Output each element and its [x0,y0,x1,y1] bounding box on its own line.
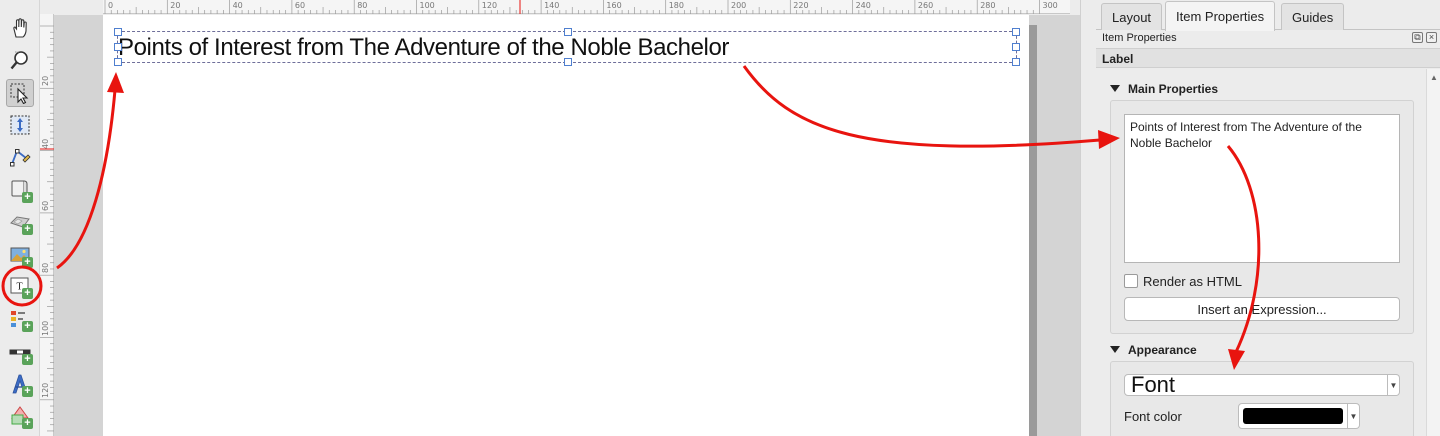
plus-icon: + [22,418,33,429]
main-properties-heading-text: Main Properties [1128,82,1219,96]
tab-item-properties[interactable]: Item Properties [1165,1,1276,31]
add-scalebar-tool[interactable]: + [6,338,34,366]
color-dropdown-arrow-icon[interactable]: ▼ [1348,403,1360,429]
font-color-swatch [1243,408,1343,424]
render-as-html-row[interactable]: Render as HTML [1124,273,1242,289]
label-item[interactable]: Points of Interest from The Adventure of… [114,28,1020,66]
move-content-icon [10,115,30,135]
pan-icon [13,18,27,38]
layout-page[interactable] [103,15,1029,436]
ruler-label: 100 [41,320,50,336]
ruler-label: 40 [41,138,50,149]
render-as-html-label: Render as HTML [1143,273,1242,289]
ruler-label: 80 [357,1,368,10]
ruler-label: 160 [606,1,622,10]
add-picture-tool[interactable]: + [6,241,34,269]
scroll-up-arrow-icon[interactable]: ▲ [1430,73,1438,82]
select-move-tool[interactable] [6,79,34,107]
ruler-label: 200 [731,1,747,10]
ruler-label: 60 [41,200,50,211]
zoom-icon [10,51,28,70]
font-button[interactable]: Font [1124,374,1388,396]
close-dock-icon[interactable]: × [1426,32,1437,43]
render-as-html-checkbox[interactable] [1124,274,1138,288]
tab-guides[interactable]: Guides [1281,3,1345,30]
plus-icon: + [22,224,33,235]
tab-layout[interactable]: Layout [1101,3,1163,30]
ruler-label: 120 [41,382,50,398]
resize-handle[interactable] [564,28,572,36]
font-color-label: Font color [1124,409,1182,424]
ruler-label: 140 [544,1,560,10]
ruler-label: 180 [668,1,684,10]
item-toolbar: + + + T + + + + + [0,0,40,436]
edit-nodes-tool[interactable] [6,143,34,171]
label-item-text: Points of Interest from The Adventure of… [118,34,729,61]
appearance-heading-text: Appearance [1128,343,1197,357]
add-legend-tool[interactable]: + [6,305,34,333]
resize-handle[interactable] [564,58,572,66]
horizontal-ruler: 0 20 40 60 80 100 120 140 160 180 200 220 240 260 280 3… [103,0,1070,14]
main-properties-heading[interactable]: Main Properties [1110,82,1218,96]
pan-tool[interactable] [6,14,34,42]
panel-splitter[interactable] [1080,0,1096,436]
vertical-ruler: 20 40 60 80 100 120 [40,14,54,436]
resize-handle[interactable] [1012,43,1020,51]
ruler-label: 80 [41,263,50,274]
collapse-triangle-icon [1110,85,1120,92]
dock-title: Item Properties [1102,32,1177,44]
layout-designer-window: + + + T + + + + + 0 20 40 60 80 100 120 … [0,0,1440,436]
ruler-label: 20 [170,1,181,10]
plus-icon: + [22,257,33,268]
font-color-button[interactable] [1238,403,1348,429]
item-type-header: Label [1096,48,1440,68]
select-move-item-icon [10,83,29,104]
add-map-tool[interactable]: + [6,176,34,204]
float-dock-icon[interactable]: ⧉ [1412,32,1423,43]
item-properties-panel: Layout Item Properties Guides Item Prope… [1096,0,1440,436]
page-shadow [1029,25,1037,436]
resize-handle[interactable] [114,43,122,51]
edit-nodes-icon [10,149,31,167]
add-shape-tool[interactable]: + [6,402,34,430]
plus-icon: + [22,288,33,299]
ruler-label: 120 [481,1,498,10]
add-label-tool[interactable]: T + [6,272,34,300]
collapse-triangle-icon [1110,346,1120,353]
resize-handle[interactable] [114,28,122,36]
item-type-label: Label [1102,52,1134,66]
ruler-label: 280 [980,1,996,10]
ruler-label: 240 [855,1,871,10]
label-text-editor[interactable]: Points of Interest from The Adventure of… [1124,114,1400,263]
ruler-label: 100 [419,1,435,10]
ruler-label: 260 [917,1,934,10]
plus-icon: + [22,386,33,397]
ruler-label: 40 [232,1,243,10]
resize-handle[interactable] [1012,28,1020,36]
ruler-label: 0 [108,1,114,10]
font-dropdown-arrow-icon[interactable]: ▼ [1388,374,1400,396]
appearance-heading[interactable]: Appearance [1110,343,1197,357]
plus-icon: + [22,192,33,203]
plus-icon: + [22,321,33,332]
resize-handle[interactable] [1012,58,1020,66]
properties-scrollbar[interactable]: ▲ [1426,69,1440,436]
ruler-label: 60 [294,1,306,10]
zoom-tool[interactable] [6,46,34,74]
add-3d-map-tool[interactable]: + [6,208,34,236]
ruler-label: 300 [1042,1,1058,10]
plus-icon: + [22,354,33,365]
panel-tab-bar: Layout Item Properties Guides [1096,0,1440,31]
move-content-tool[interactable] [6,111,34,139]
ruler-label: 220 [793,1,809,10]
add-north-arrow-tool[interactable]: + [6,370,34,398]
ruler-label: 20 [41,76,50,87]
resize-handle[interactable] [114,58,122,66]
insert-expression-button[interactable]: Insert an Expression... [1124,297,1400,321]
